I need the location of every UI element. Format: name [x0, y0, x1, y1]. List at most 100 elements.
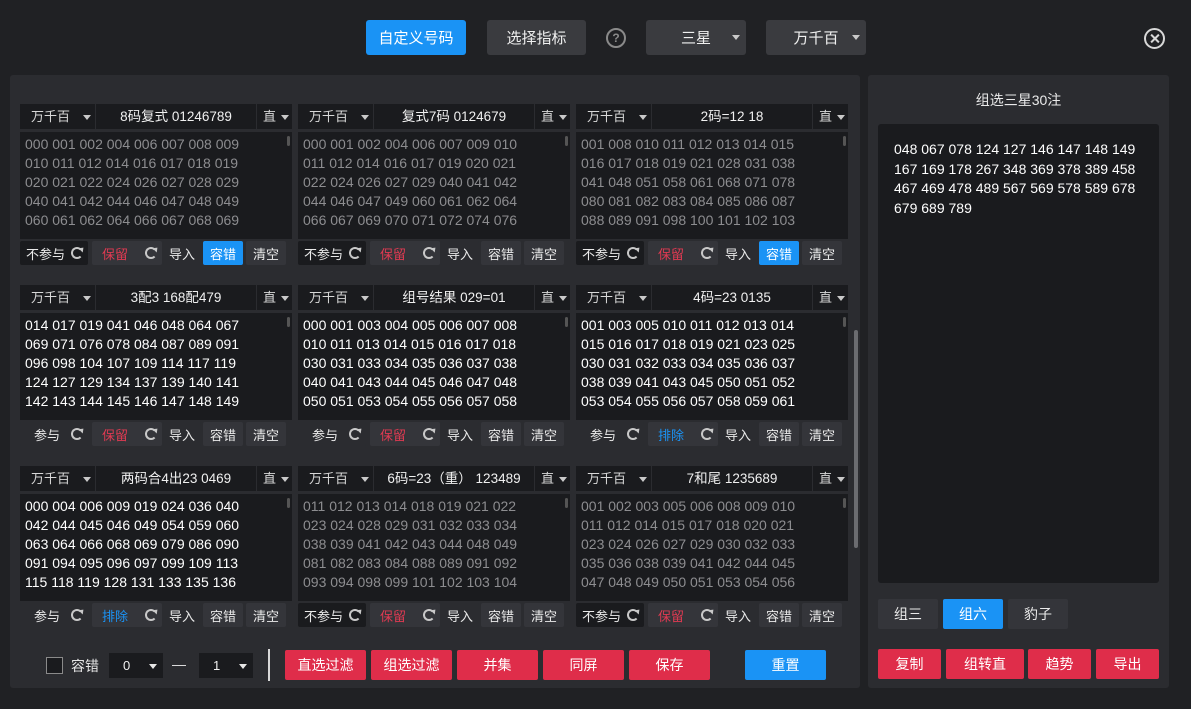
tab-leopard[interactable]: 豹子	[1008, 599, 1068, 629]
save-button[interactable]: 保存	[629, 650, 710, 680]
close-icon[interactable]	[1144, 28, 1165, 49]
import-button[interactable]: 导入	[163, 603, 201, 627]
import-button[interactable]: 导入	[163, 422, 201, 446]
participate-toggle[interactable]: 参与	[20, 603, 88, 627]
tolerance-button[interactable]: 容错	[203, 241, 243, 265]
card-mode-select[interactable]: 直	[812, 466, 848, 491]
import-button[interactable]: 导入	[441, 603, 479, 627]
group-to-direct-button[interactable]: 组转直	[946, 649, 1024, 679]
card-scrollbar[interactable]	[287, 136, 290, 146]
participate-toggle[interactable]: 参与	[20, 422, 88, 446]
tolerance-button[interactable]: 容错	[759, 422, 799, 446]
participate-toggle[interactable]: 不参与	[576, 241, 644, 265]
card-scrollbar[interactable]	[565, 136, 568, 146]
card-scrollbar[interactable]	[287, 498, 290, 508]
participate-toggle[interactable]: 不参与	[20, 241, 88, 265]
card-number-area[interactable]: 001 008 010 011 012 013 014 015 016 017 …	[576, 132, 848, 239]
clear-button[interactable]: 清空	[524, 603, 564, 627]
group-filter-button[interactable]: 组选过滤	[371, 650, 452, 680]
clear-button[interactable]: 清空	[802, 422, 842, 446]
card-scrollbar[interactable]	[843, 136, 846, 146]
import-button[interactable]: 导入	[441, 241, 479, 265]
tolerance-button[interactable]: 容错	[759, 603, 799, 627]
reset-button[interactable]: 重置	[745, 650, 826, 680]
participate-toggle[interactable]: 不参与	[576, 603, 644, 627]
card-position-select[interactable]: 万千百	[576, 285, 652, 310]
card-scrollbar[interactable]	[843, 317, 846, 327]
tolerance-max-select[interactable]: 1	[199, 653, 253, 678]
card-number-area[interactable]: 000 001 003 004 005 006 007 008 010 011 …	[298, 313, 570, 420]
participate-toggle[interactable]: 不参与	[298, 603, 366, 627]
keep-toggle[interactable]: 排除	[92, 603, 162, 627]
card-scrollbar[interactable]	[565, 498, 568, 508]
tolerance-checkbox[interactable]	[46, 657, 63, 674]
tolerance-min-select[interactable]: 0	[109, 653, 163, 678]
keep-toggle[interactable]: 保留	[92, 241, 162, 265]
keep-toggle[interactable]: 保留	[92, 422, 162, 446]
keep-toggle[interactable]: 保留	[648, 241, 718, 265]
union-button[interactable]: 并集	[457, 650, 538, 680]
clear-button[interactable]: 清空	[524, 422, 564, 446]
keep-toggle[interactable]: 保留	[370, 603, 440, 627]
custom-code-button[interactable]: 自定义号码	[366, 20, 466, 55]
card-number-area[interactable]: 011 012 013 014 018 019 021 022 023 024 …	[298, 494, 570, 601]
card-number-area[interactable]: 014 017 019 041 046 048 064 067 069 071 …	[20, 313, 292, 420]
participate-toggle[interactable]: 不参与	[298, 241, 366, 265]
card-position-select[interactable]: 万千百	[576, 466, 652, 491]
keep-toggle[interactable]: 排除	[648, 422, 718, 446]
card-number-area[interactable]: 000 001 002 004 006 007 008 009 010 011 …	[20, 132, 292, 239]
keep-toggle[interactable]: 保留	[370, 241, 440, 265]
card-number-area[interactable]: 001 003 005 010 011 012 013 014 015 016 …	[576, 313, 848, 420]
card-position-select[interactable]: 万千百	[20, 104, 96, 129]
tolerance-button[interactable]: 容错	[203, 422, 243, 446]
star-select[interactable]: 三星	[646, 20, 746, 55]
card-scrollbar[interactable]	[565, 317, 568, 327]
choose-indicator-button[interactable]: 选择指标	[487, 20, 586, 55]
tolerance-button[interactable]: 容错	[203, 603, 243, 627]
keep-toggle[interactable]: 保留	[648, 603, 718, 627]
position-select[interactable]: 万千百	[766, 20, 866, 55]
tab-group-three[interactable]: 组三	[878, 599, 938, 629]
trend-button[interactable]: 趋势	[1028, 649, 1091, 679]
card-position-select[interactable]: 万千百	[298, 466, 374, 491]
participate-toggle[interactable]: 参与	[576, 422, 644, 446]
card-mode-select[interactable]: 直	[534, 104, 570, 129]
participate-toggle[interactable]: 参与	[298, 422, 366, 446]
tolerance-button[interactable]: 容错	[481, 422, 521, 446]
direct-filter-button[interactable]: 直选过滤	[285, 650, 366, 680]
card-scrollbar[interactable]	[843, 498, 846, 508]
card-mode-select[interactable]: 直	[256, 285, 292, 310]
tolerance-button[interactable]: 容错	[481, 603, 521, 627]
tolerance-button[interactable]: 容错	[759, 241, 799, 265]
same-screen-button[interactable]: 同屏	[543, 650, 624, 680]
keep-toggle[interactable]: 保留	[370, 422, 440, 446]
card-number-area[interactable]: 001 002 003 005 006 008 009 010 011 012 …	[576, 494, 848, 601]
clear-button[interactable]: 清空	[802, 603, 842, 627]
import-button[interactable]: 导入	[163, 241, 201, 265]
card-mode-select[interactable]: 直	[812, 104, 848, 129]
card-mode-select[interactable]: 直	[534, 466, 570, 491]
tab-group-six[interactable]: 组六	[943, 599, 1003, 629]
card-number-area[interactable]: 000 001 002 004 006 007 009 010 011 012 …	[298, 132, 570, 239]
card-mode-select[interactable]: 直	[256, 466, 292, 491]
import-button[interactable]: 导入	[719, 241, 757, 265]
export-button[interactable]: 导出	[1096, 649, 1159, 679]
import-button[interactable]: 导入	[719, 422, 757, 446]
help-icon[interactable]: ?	[606, 28, 626, 48]
import-button[interactable]: 导入	[441, 422, 479, 446]
panel-scrollbar[interactable]	[854, 330, 858, 548]
copy-button[interactable]: 复制	[878, 649, 941, 679]
card-number-area[interactable]: 000 004 006 009 019 024 036 040 042 044 …	[20, 494, 292, 601]
clear-button[interactable]: 清空	[246, 603, 286, 627]
card-position-select[interactable]: 万千百	[576, 104, 652, 129]
card-mode-select[interactable]: 直	[534, 285, 570, 310]
clear-button[interactable]: 清空	[246, 422, 286, 446]
tolerance-button[interactable]: 容错	[481, 241, 521, 265]
clear-button[interactable]: 清空	[802, 241, 842, 265]
card-position-select[interactable]: 万千百	[298, 285, 374, 310]
card-mode-select[interactable]: 直	[256, 104, 292, 129]
card-position-select[interactable]: 万千百	[20, 285, 96, 310]
clear-button[interactable]: 清空	[524, 241, 564, 265]
card-position-select[interactable]: 万千百	[298, 104, 374, 129]
card-scrollbar[interactable]	[287, 317, 290, 327]
